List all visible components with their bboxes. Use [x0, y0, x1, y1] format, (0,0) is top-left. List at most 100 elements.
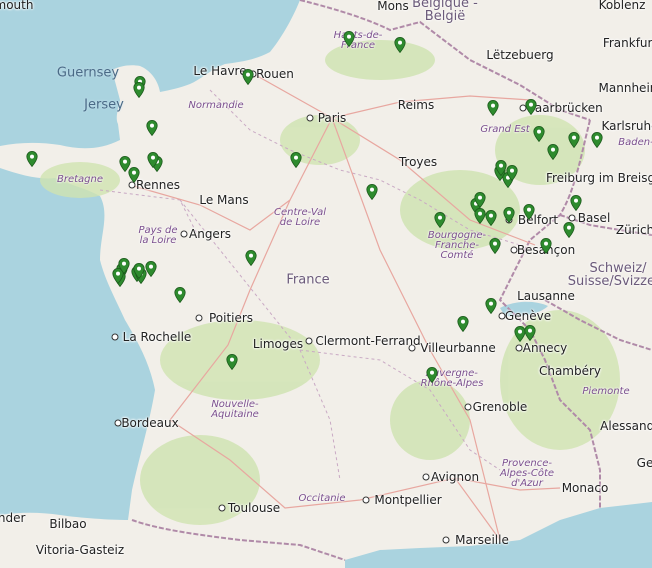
map-pin-icon[interactable] — [485, 298, 497, 315]
map-pin-icon[interactable] — [26, 151, 38, 168]
city-dot — [510, 246, 518, 254]
city-dot — [111, 333, 119, 341]
map-pin-icon[interactable] — [394, 37, 406, 54]
country-label: Belgique - België — [412, 0, 478, 24]
city-label: Lëtzebuerg — [486, 48, 554, 62]
city-label: Lausanne — [517, 289, 575, 303]
city-label: Saarbrücken — [527, 101, 603, 115]
city-dot — [442, 536, 450, 544]
city-label: Frankfurt — [602, 36, 652, 50]
map-pin-icon[interactable] — [523, 204, 535, 221]
city-label: Clermont-Ferrand — [315, 334, 421, 348]
map-pin-icon[interactable] — [426, 367, 438, 384]
map-pin-icon[interactable] — [434, 212, 446, 229]
map-pin-icon[interactable] — [118, 258, 130, 275]
city-label: Koblenz — [598, 0, 646, 12]
city-dot — [195, 314, 203, 322]
map-view[interactable]: Belgique - België France Schweiz/ Suisse/S… — [0, 0, 652, 568]
city-label: Bilbao — [49, 517, 87, 531]
map-pin-icon[interactable] — [147, 152, 159, 169]
city-label: Poitiers — [208, 311, 254, 325]
city-label: Angers — [189, 227, 231, 241]
map-pin-icon[interactable] — [506, 165, 518, 182]
city-label: Alessandria — [600, 419, 652, 433]
map-pin-icon[interactable] — [524, 325, 536, 342]
city-label: Rennes — [135, 178, 181, 192]
map-pin-icon[interactable] — [525, 99, 537, 116]
city-dot — [218, 504, 226, 512]
city-label: Toulouse — [227, 501, 281, 515]
map-pin-icon[interactable] — [591, 132, 603, 149]
city-label: ander — [0, 511, 26, 525]
region-label: Provence- Alpes-Côte d'Azur — [499, 458, 555, 489]
map-pin-icon[interactable] — [568, 132, 580, 149]
city-dot — [568, 214, 575, 222]
region-label: Normandie — [188, 100, 244, 111]
region-label: Hauts-de- France — [333, 30, 383, 51]
map-pin-icon[interactable] — [457, 316, 469, 333]
map-pin-icon[interactable] — [547, 144, 559, 161]
map-pin-icon[interactable] — [145, 261, 157, 278]
region-label: Bourgogne- Franche- Comté — [427, 230, 487, 261]
map-pin-icon[interactable] — [343, 31, 355, 48]
map-pin-icon[interactable] — [146, 120, 158, 137]
city-label: Rouen — [256, 67, 294, 81]
city-label: Genève — [504, 309, 552, 323]
city-label: Troyes — [398, 155, 438, 169]
region-label: Pays de la Loire — [138, 225, 178, 246]
map-pin-icon[interactable] — [245, 250, 257, 267]
city-label: Ge — [636, 456, 652, 470]
city-dot — [305, 337, 313, 345]
city-dot — [464, 403, 472, 411]
map-pin-icon[interactable] — [533, 126, 545, 143]
city-label: Le Mans — [199, 193, 249, 207]
city-label: Mannheim — [598, 81, 652, 95]
map-pin-icon[interactable] — [489, 238, 501, 255]
city-label: Reims — [397, 98, 435, 112]
city-dot — [362, 496, 370, 504]
city-label: Mons — [377, 0, 409, 13]
city-label: Marseille — [455, 533, 509, 547]
map-pin-icon[interactable] — [487, 100, 499, 117]
city-label: Bordeaux — [121, 416, 179, 430]
region-label: Bretagne — [56, 174, 104, 185]
city-dot — [422, 473, 430, 481]
city-dot — [114, 419, 122, 427]
map-pin-icon[interactable] — [128, 167, 140, 184]
city-label: Basel — [577, 211, 611, 225]
map-pin-icon[interactable] — [290, 152, 302, 169]
island-label: Jersey — [84, 97, 124, 113]
city-dot — [498, 312, 506, 320]
map-pin-icon[interactable] — [174, 287, 186, 304]
map-pin-icon[interactable] — [133, 82, 145, 99]
map-pin-icon[interactable] — [503, 207, 515, 224]
city-label: Limoges — [252, 337, 304, 351]
map-pin-icon[interactable] — [570, 195, 582, 212]
map-pin-icon[interactable] — [474, 192, 486, 209]
city-label: mouth — [0, 0, 34, 12]
map-pin-icon[interactable] — [485, 210, 497, 227]
city-label: La Rochelle — [122, 330, 192, 344]
map-pin-icon[interactable] — [366, 184, 378, 201]
map-pin-icon[interactable] — [563, 222, 575, 239]
region-label: Baden- — [618, 137, 652, 148]
city-label: Villeurbanne — [420, 341, 496, 355]
city-label: Montpellier — [374, 493, 442, 507]
city-label: Karlsruhe — [601, 119, 652, 133]
city-label: Chambéry — [538, 364, 602, 378]
island-label: Guernsey — [56, 65, 120, 81]
city-label: Monaco — [561, 481, 609, 495]
city-label: Vitoria-Gasteiz — [35, 543, 125, 557]
country-label: Schweiz/ Suisse/Svizzera — [567, 261, 652, 289]
map-pin-icon[interactable] — [133, 263, 145, 280]
region-label: Grand Est — [480, 124, 530, 135]
city-label: Paris — [317, 111, 347, 125]
map-pin-icon[interactable] — [226, 354, 238, 371]
city-dot — [180, 230, 188, 238]
city-dot — [306, 114, 313, 122]
city-label: Le Havre — [193, 64, 247, 78]
map-pin-icon[interactable] — [540, 238, 552, 255]
map-pin-icon[interactable] — [495, 160, 507, 177]
map-pin-icon[interactable] — [242, 69, 254, 86]
region-label: Piemonte — [582, 386, 630, 397]
